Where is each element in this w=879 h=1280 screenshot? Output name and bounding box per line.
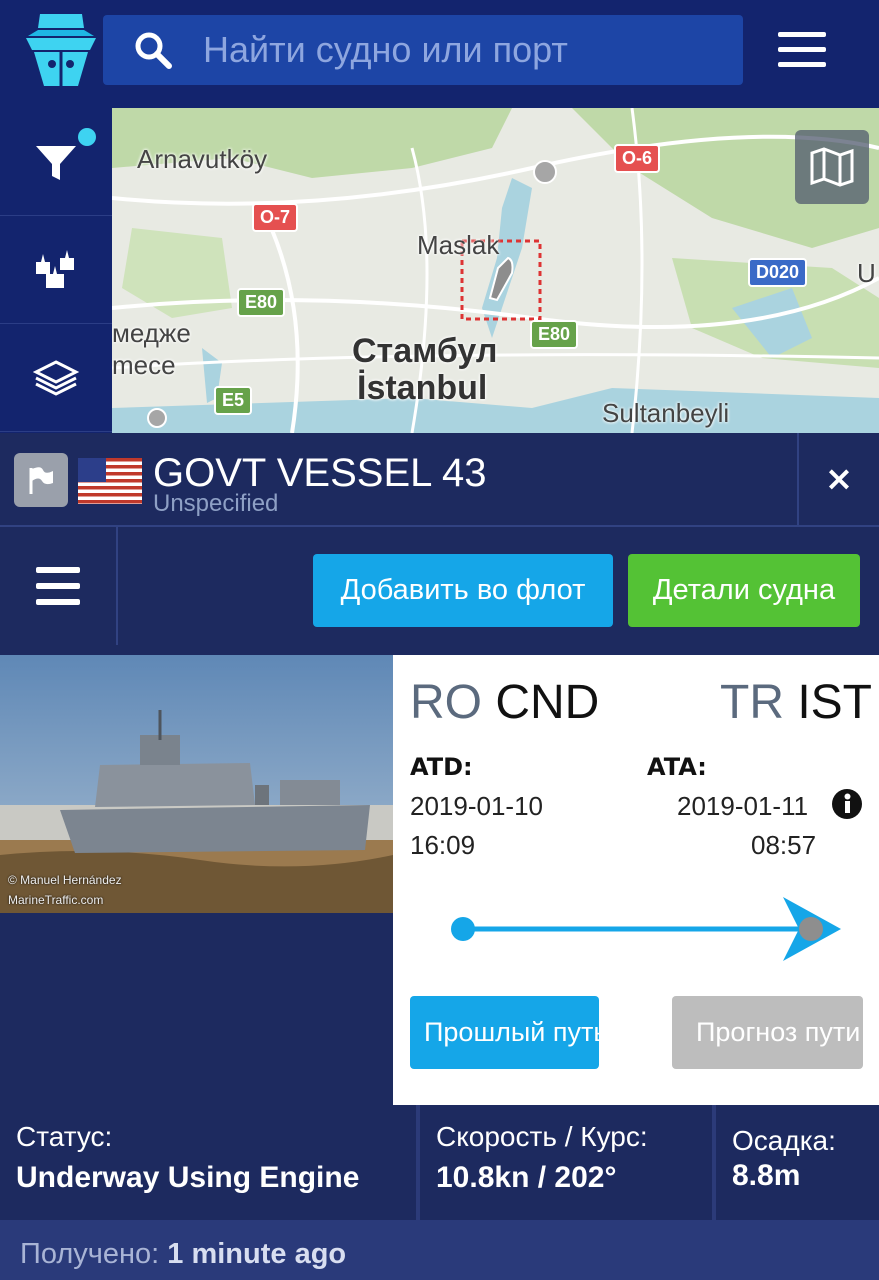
draught-stat: Осадка: 8.8m bbox=[716, 1105, 879, 1220]
map-label-medzhe: медже bbox=[112, 318, 191, 348]
main-menu-button[interactable] bbox=[778, 32, 826, 72]
road-shield-o7: O-7 bbox=[252, 203, 299, 232]
route-forecast-button[interactable]: Прогноз пути bbox=[672, 996, 863, 1069]
destination-port[interactable]: TR IST bbox=[720, 675, 872, 730]
info-icon[interactable] bbox=[831, 788, 863, 820]
fleet-icon bbox=[36, 249, 74, 288]
origin-country-code: RO bbox=[410, 676, 482, 729]
road-shield-e5: E5 bbox=[214, 386, 253, 415]
search-input[interactable]: Найти судно или порт bbox=[203, 29, 568, 71]
speed-course-label: Скорость / Курс: bbox=[436, 1121, 648, 1152]
layers-icon bbox=[33, 359, 79, 396]
photo-credit-site: MarineTraffic.com bbox=[8, 893, 104, 907]
dest-country-code: TR bbox=[720, 676, 784, 729]
map-label-istanbul-ru: Стамбул bbox=[352, 332, 498, 370]
received-label: Получено: bbox=[20, 1238, 160, 1270]
vessel-header: GOVT VESSEL 43 Unspecified × bbox=[0, 433, 879, 527]
draught-label: Осадка: bbox=[732, 1125, 836, 1156]
flag-icon bbox=[29, 467, 53, 494]
map-label-maslak: Maslak bbox=[417, 230, 500, 260]
origin-port-code: CND bbox=[495, 676, 600, 729]
road-shield-e80: E80 bbox=[530, 320, 579, 349]
map-tools-rail bbox=[0, 108, 112, 433]
ata-label: ATA: bbox=[647, 753, 707, 781]
status-stat: Статус: Underway Using Engine bbox=[0, 1105, 420, 1220]
map-label-arnavutkoy: Arnavutköy bbox=[137, 144, 268, 174]
road-shield-e80: E80 bbox=[237, 288, 286, 317]
atd-date: 2019-01-10 bbox=[410, 791, 543, 821]
voyage-progress-track bbox=[451, 897, 841, 961]
vessel-details-button[interactable]: Детали судна bbox=[628, 554, 860, 627]
map-label-istanbul: İstanbul bbox=[357, 369, 488, 407]
vessel-photo[interactable]: © Manuel Hernández MarineTraffic.com bbox=[0, 655, 393, 913]
status-label: Статус: bbox=[16, 1121, 113, 1152]
map-label-sultanbeyli: Sultanbeyli bbox=[602, 398, 730, 428]
vessel-menu-button[interactable] bbox=[0, 527, 118, 645]
action-bar: Добавить во флот Детали судна bbox=[0, 527, 879, 653]
speed-course-stat: Скорость / Курс: 10.8kn / 202° bbox=[420, 1105, 716, 1220]
fleet-button[interactable] bbox=[0, 216, 112, 324]
vessel-stats: Статус: Underway Using Engine Скорость /… bbox=[0, 1105, 879, 1220]
layers-button[interactable] bbox=[0, 324, 112, 432]
ata-date: 2019-01-11 bbox=[677, 791, 809, 821]
atd-time: 16:09 bbox=[410, 830, 476, 860]
map-label-u: U bbox=[857, 258, 876, 288]
filter-button[interactable] bbox=[0, 108, 112, 216]
map-icon bbox=[810, 147, 854, 187]
search-icon bbox=[103, 15, 203, 85]
road-shield-o6: O-6 bbox=[614, 144, 661, 173]
close-button[interactable]: × bbox=[797, 433, 879, 525]
received-bar: Получено: 1 minute ago bbox=[0, 1220, 879, 1280]
received-value: 1 minute ago bbox=[167, 1238, 347, 1270]
map-label-mece: mece bbox=[112, 350, 176, 380]
add-to-fleet-button[interactable]: Добавить во флот bbox=[313, 554, 613, 627]
dest-port-code: IST bbox=[797, 676, 872, 729]
origin-port[interactable]: RO CND bbox=[410, 675, 599, 730]
filter-active-dot bbox=[78, 128, 96, 146]
draught-value: 8.8m bbox=[732, 1159, 801, 1192]
marinetraffic-logo-icon[interactable] bbox=[20, 10, 102, 90]
vessel-type: Unspecified bbox=[153, 490, 279, 517]
voyage-panel: RO CND TR IST ATD: 2019-01-10 16:09 ATA:… bbox=[393, 655, 879, 1105]
atd-label: ATD: bbox=[410, 753, 473, 781]
ata-time: 08:57 bbox=[751, 830, 817, 860]
filter-icon bbox=[36, 145, 76, 180]
top-bar: Найти судно или порт bbox=[0, 0, 879, 108]
speed-course-value: 10.8kn / 202° bbox=[436, 1161, 617, 1194]
flag-button[interactable] bbox=[14, 453, 68, 507]
road-shield-d020: D020 bbox=[748, 258, 808, 287]
close-icon: × bbox=[824, 459, 854, 499]
photo-credit-author: © Manuel Hernández bbox=[8, 873, 122, 887]
us-flag-icon bbox=[78, 458, 142, 504]
map-view[interactable]: Arnavutköy Maslak Стамбул İstanbul медже… bbox=[112, 108, 879, 433]
map-type-button[interactable] bbox=[795, 130, 869, 204]
status-value: Underway Using Engine bbox=[16, 1161, 360, 1194]
search-box[interactable]: Найти судно или порт bbox=[103, 15, 743, 85]
past-track-button[interactable]: Прошлый путь bbox=[410, 996, 599, 1069]
